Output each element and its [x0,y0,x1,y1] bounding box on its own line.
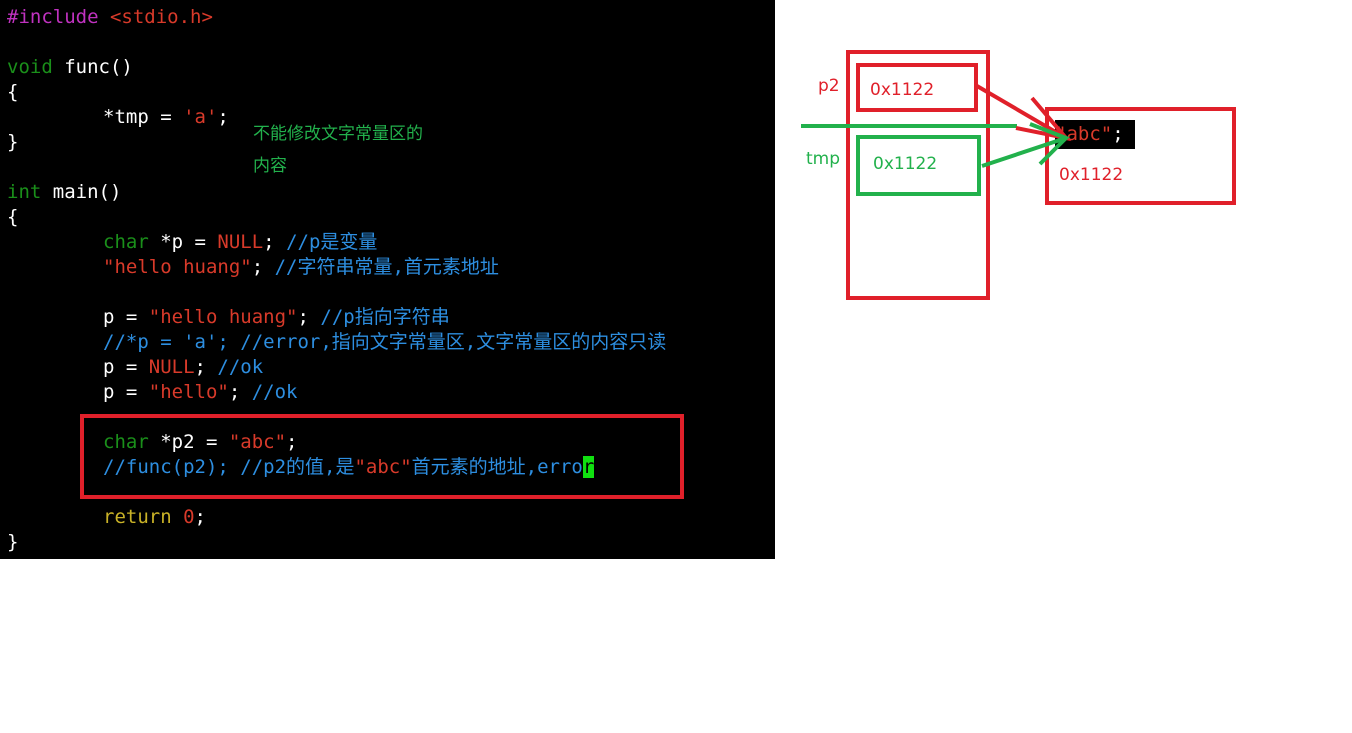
red-arrow-head [1015,96,1072,142]
arrows-layer [801,84,1072,168]
